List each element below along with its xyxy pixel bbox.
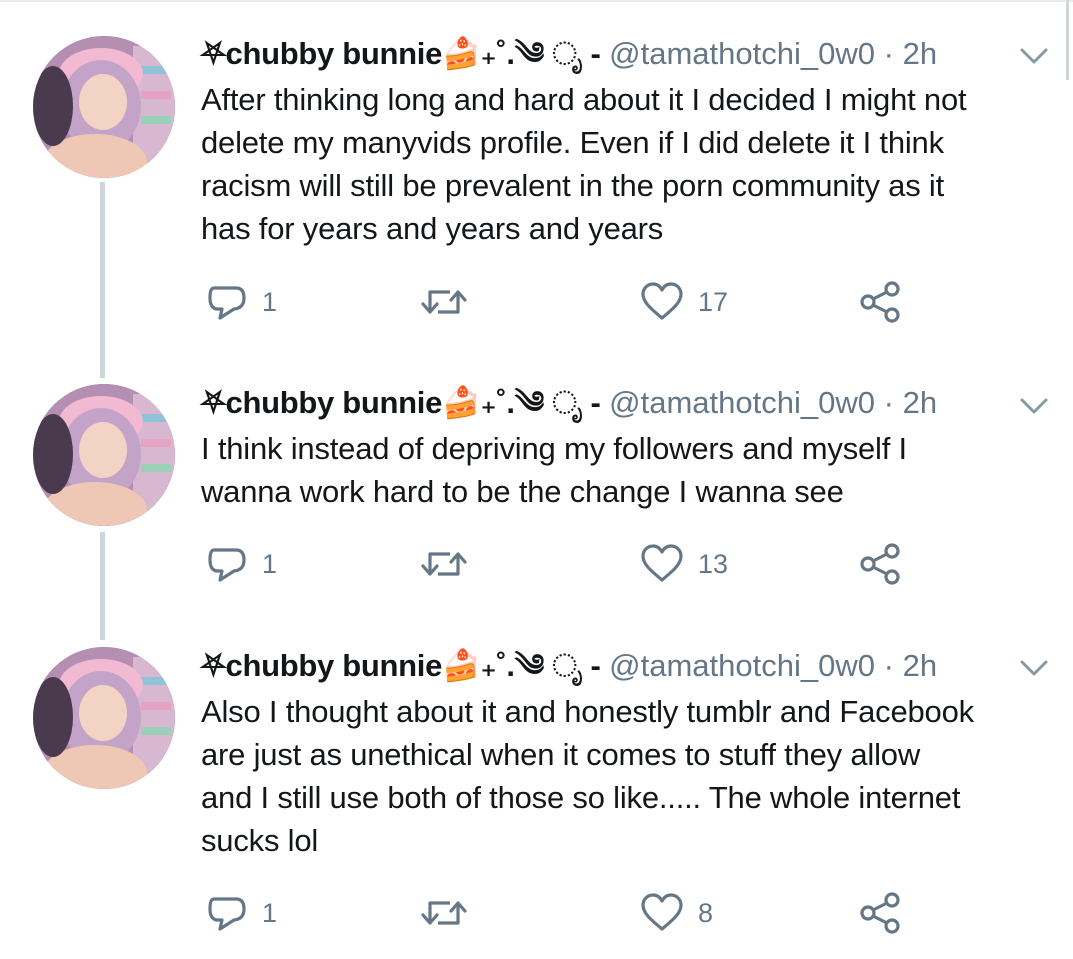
reply-count: 1 — [262, 549, 278, 579]
separator: · — [883, 36, 894, 71]
share-icon — [860, 543, 900, 585]
text-line: delete my manyvids profile. Even if I di… — [201, 125, 944, 160]
separator: · — [883, 648, 894, 683]
avatar[interactable] — [33, 36, 175, 178]
chevron-down-icon[interactable] — [1018, 656, 1050, 680]
text-line: wanna work hard to be the change I wanna… — [201, 474, 844, 509]
top-divider — [0, 0, 1073, 2]
text-line: Also I thought about it and honestly tum… — [201, 694, 974, 729]
retweet-button[interactable] — [420, 542, 482, 586]
like-count: 13 — [698, 549, 729, 579]
timestamp[interactable]: 2h — [903, 36, 937, 71]
retweet-button[interactable] — [420, 280, 482, 324]
share-button[interactable] — [858, 542, 904, 586]
tweet-header: ⛧chubby bunnie🍰₊˚.༄ ೃ - @tamathotchi_0w0… — [201, 383, 937, 423]
text-line: I think instead of depriving my follower… — [201, 431, 907, 466]
reply-icon — [208, 286, 246, 320]
retweet-button[interactable] — [420, 891, 482, 935]
user-handle[interactable]: @tamathotchi_0w0 — [609, 648, 875, 683]
user-handle[interactable]: @tamathotchi_0w0 — [609, 385, 875, 420]
tweet-text: I think instead of depriving my follower… — [201, 427, 1061, 513]
tweet-text: After thinking long and hard about it I … — [201, 78, 1061, 250]
action-bar: 1 13 — [0, 542, 1073, 586]
heart-icon — [641, 544, 683, 582]
chevron-down-icon[interactable] — [1018, 44, 1050, 68]
like-count: 8 — [698, 898, 714, 928]
text-line: are just as unethical when it comes to s… — [201, 737, 921, 772]
like-count: 17 — [698, 287, 729, 317]
avatar[interactable] — [33, 647, 175, 789]
heart-icon — [641, 893, 683, 931]
share-icon — [860, 281, 900, 323]
heart-icon — [641, 282, 683, 320]
reply-icon — [208, 548, 246, 582]
like-button[interactable]: 8 — [640, 891, 713, 935]
retweet-icon — [421, 552, 467, 576]
display-name[interactable]: ⛧chubby bunnie🍰₊˚.༄ ೃ - — [201, 648, 601, 683]
share-button[interactable] — [858, 891, 904, 935]
like-button[interactable]: 17 — [640, 280, 728, 324]
retweet-icon — [421, 901, 467, 925]
display-name[interactable]: ⛧chubby bunnie🍰₊˚.༄ ೃ - — [201, 385, 601, 420]
text-line: has for years and years and years — [201, 211, 664, 246]
share-icon — [860, 892, 900, 934]
reply-button[interactable]: 1 — [206, 891, 277, 935]
action-bar: 1 8 — [0, 891, 1073, 935]
reply-icon — [208, 897, 246, 931]
timestamp[interactable]: 2h — [903, 385, 937, 420]
user-handle[interactable]: @tamathotchi_0w0 — [609, 36, 875, 71]
scrollbar[interactable] — [1066, 0, 1069, 80]
tweet-header: ⛧chubby bunnie🍰₊˚.༄ ೃ - @tamathotchi_0w0… — [201, 34, 937, 74]
text-line: and I still use both of those so like...… — [201, 780, 961, 815]
text-line: racism will still be prevalent in the po… — [201, 168, 945, 203]
text-line: After thinking long and hard about it I … — [201, 82, 967, 117]
avatar[interactable] — [33, 384, 175, 526]
display-name[interactable]: ⛧chubby bunnie🍰₊˚.༄ ೃ - — [201, 36, 601, 71]
timestamp[interactable]: 2h — [903, 648, 937, 683]
separator: · — [883, 385, 894, 420]
chevron-down-icon[interactable] — [1018, 394, 1050, 418]
reply-count: 1 — [262, 287, 278, 317]
reply-count: 1 — [262, 898, 278, 928]
tweet-header: ⛧chubby bunnie🍰₊˚.༄ ೃ - @tamathotchi_0w0… — [201, 646, 937, 686]
reply-button[interactable]: 1 — [206, 542, 277, 586]
reply-button[interactable]: 1 — [206, 280, 277, 324]
share-button[interactable] — [858, 280, 904, 324]
text-line: sucks lol — [201, 823, 319, 858]
like-button[interactable]: 13 — [640, 542, 728, 586]
tweet-text: Also I thought about it and honestly tum… — [201, 690, 1061, 862]
action-bar: 1 17 — [0, 280, 1073, 324]
retweet-icon — [421, 290, 467, 314]
